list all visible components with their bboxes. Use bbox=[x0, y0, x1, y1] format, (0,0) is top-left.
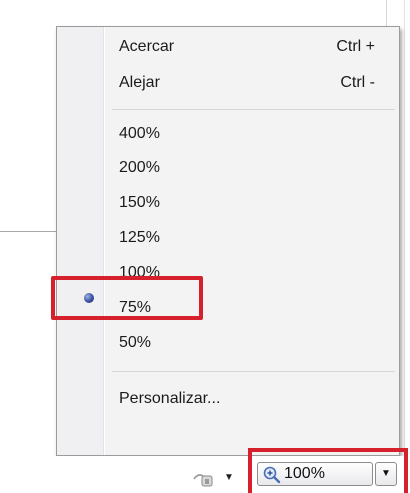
zoom-level-label: 50% bbox=[119, 334, 152, 351]
zoom-context-menu: Acercar Ctrl + Alejar Ctrl - 400% 200% 1… bbox=[56, 26, 400, 456]
zoom-level-label: 125% bbox=[119, 229, 160, 246]
selected-level-highlight bbox=[51, 276, 203, 320]
menu-item-zoom-400[interactable]: 400% bbox=[105, 120, 395, 148]
protected-mode-icon[interactable] bbox=[191, 470, 215, 488]
zoom-level-label: 150% bbox=[119, 194, 160, 211]
zoom-level-label: 400% bbox=[119, 125, 160, 142]
menu-separator bbox=[112, 109, 395, 110]
background-window-line bbox=[0, 231, 58, 232]
zoom-out-shortcut: Ctrl - bbox=[340, 74, 375, 91]
zoom-button-highlight bbox=[248, 448, 408, 493]
menu-item-zoom-out[interactable]: Alejar Ctrl - bbox=[105, 69, 395, 97]
background-window-edge bbox=[404, 0, 405, 450]
zoom-in-shortcut: Ctrl + bbox=[336, 38, 375, 55]
menu-separator bbox=[112, 371, 395, 372]
menu-item-zoom-in[interactable]: Acercar Ctrl + bbox=[105, 33, 395, 61]
zoom-level-label: 200% bbox=[119, 159, 160, 176]
menu-icon-gutter bbox=[57, 27, 103, 455]
menu-item-zoom-150[interactable]: 150% bbox=[105, 189, 395, 217]
zoom-out-label: Alejar bbox=[119, 74, 160, 91]
menu-item-zoom-125[interactable]: 125% bbox=[105, 224, 395, 252]
menu-item-custom-zoom[interactable]: Personalizar... bbox=[105, 385, 395, 413]
zoom-in-label: Acercar bbox=[119, 38, 175, 55]
menu-item-zoom-50[interactable]: 50% bbox=[105, 329, 395, 357]
menu-item-zoom-200[interactable]: 200% bbox=[105, 154, 395, 182]
custom-zoom-label: Personalizar... bbox=[119, 390, 221, 407]
protected-mode-dropdown-icon[interactable]: ▼ bbox=[224, 472, 234, 483]
